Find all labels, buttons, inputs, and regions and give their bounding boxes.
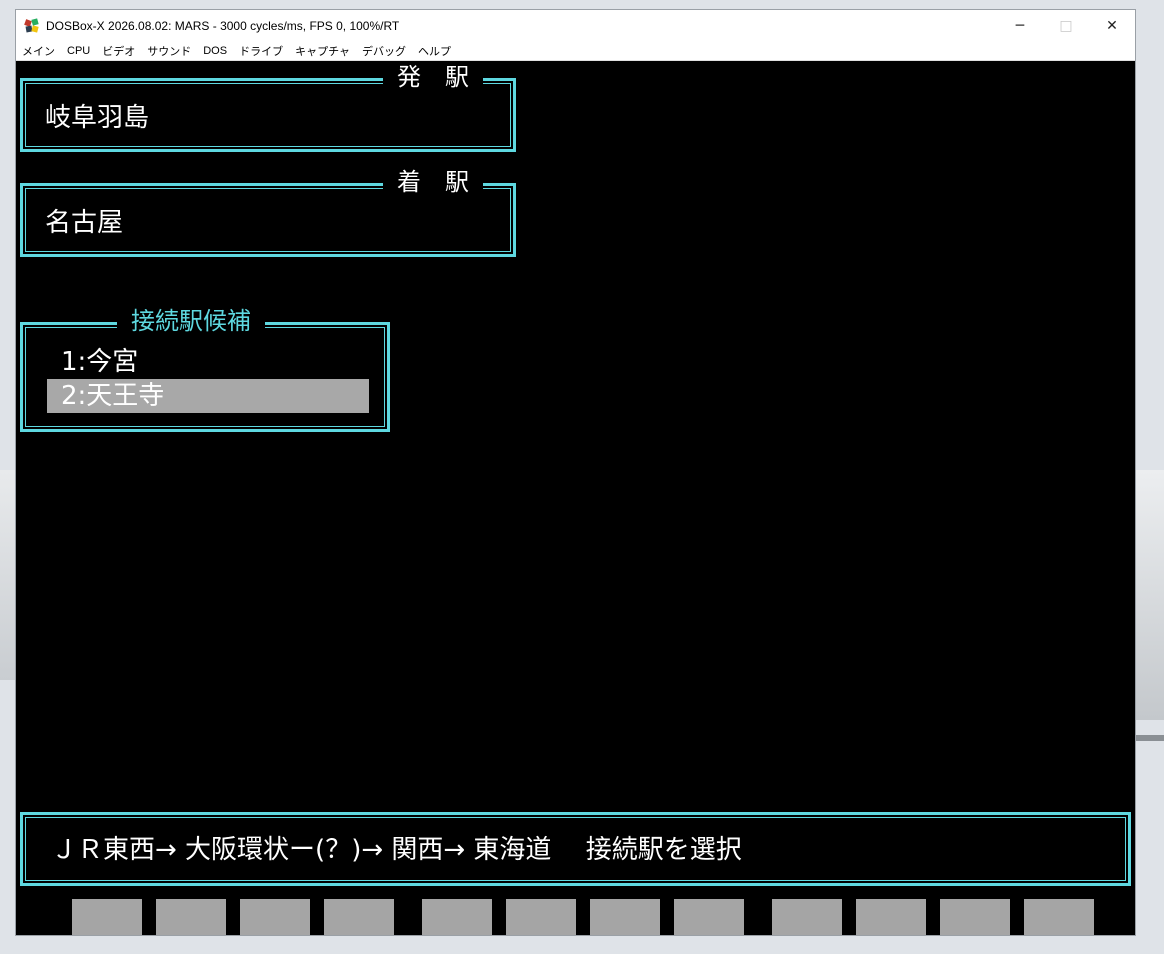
candidates-label: 接続駅候補: [117, 307, 265, 335]
desktop-background-left: [0, 470, 16, 680]
close-button[interactable]: ✕: [1089, 10, 1135, 41]
menu-capture[interactable]: キャプチャ: [289, 43, 356, 59]
route-status-text: ＪＲ東西→ 大阪環状ー(？)→ 関西→ 東海道 接続駅を選択: [51, 835, 742, 865]
function-key-8[interactable]: [674, 899, 744, 935]
function-key-11[interactable]: [940, 899, 1010, 935]
menu-sound[interactable]: サウンド: [141, 43, 197, 59]
departure-box: 発 駅 岐阜羽島: [20, 63, 516, 152]
menu-video[interactable]: ビデオ: [96, 43, 141, 59]
status-box: ＪＲ東西→ 大阪環状ー(？)→ 関西→ 東海道 接続駅を選択: [20, 812, 1131, 886]
function-key-6[interactable]: [506, 899, 576, 935]
arrival-label: 着 駅: [383, 168, 483, 196]
function-key-bar: [16, 899, 1135, 935]
window-title: DOSBox-X 2026.08.02: MARS - 3000 cycles/…: [46, 18, 400, 33]
function-key-7[interactable]: [590, 899, 660, 935]
departure-station[interactable]: 岐阜羽島: [45, 103, 149, 133]
minimize-button[interactable]: ─: [997, 10, 1043, 41]
menu-bar: メイン CPU ビデオ サウンド DOS ドライブ キャプチャ デバッグ ヘルプ: [16, 41, 1135, 61]
departure-label: 発 駅: [383, 63, 483, 91]
menu-help[interactable]: ヘルプ: [412, 43, 457, 59]
dosbox-window: DOSBox-X 2026.08.02: MARS - 3000 cycles/…: [15, 9, 1136, 936]
dosbox-app-icon[interactable]: [24, 17, 40, 34]
candidates-box: 接続駅候補 1:今宮 2:天王寺: [20, 307, 390, 432]
candidate-item-1[interactable]: 1:今宮: [47, 345, 369, 379]
dos-screen[interactable]: 発 駅 岐阜羽島 着 駅 名古屋 接続駅候補 1:今宮 2:天王寺 ＪＲ東西→ …: [16, 61, 1135, 935]
function-key-5[interactable]: [422, 899, 492, 935]
desktop-background-stripe: [1134, 735, 1164, 741]
function-key-12[interactable]: [1024, 899, 1094, 935]
menu-cpu[interactable]: CPU: [61, 45, 96, 57]
function-key-9[interactable]: [772, 899, 842, 935]
function-key-1[interactable]: [72, 899, 142, 935]
function-key-10[interactable]: [856, 899, 926, 935]
arrival-station[interactable]: 名古屋: [45, 208, 123, 238]
maximize-button[interactable]: □: [1043, 10, 1089, 41]
menu-debug[interactable]: デバッグ: [356, 43, 412, 59]
menu-main[interactable]: メイン: [16, 43, 61, 59]
function-key-4[interactable]: [324, 899, 394, 935]
window-controls: ─ □ ✕: [997, 10, 1135, 41]
title-bar[interactable]: DOSBox-X 2026.08.02: MARS - 3000 cycles/…: [16, 10, 1135, 41]
arrival-box: 着 駅 名古屋: [20, 168, 516, 257]
function-key-3[interactable]: [240, 899, 310, 935]
candidate-item-2[interactable]: 2:天王寺: [47, 379, 369, 413]
function-key-2[interactable]: [156, 899, 226, 935]
menu-dos[interactable]: DOS: [197, 45, 233, 57]
desktop-background-right: [1134, 470, 1164, 720]
menu-drive[interactable]: ドライブ: [233, 43, 289, 59]
